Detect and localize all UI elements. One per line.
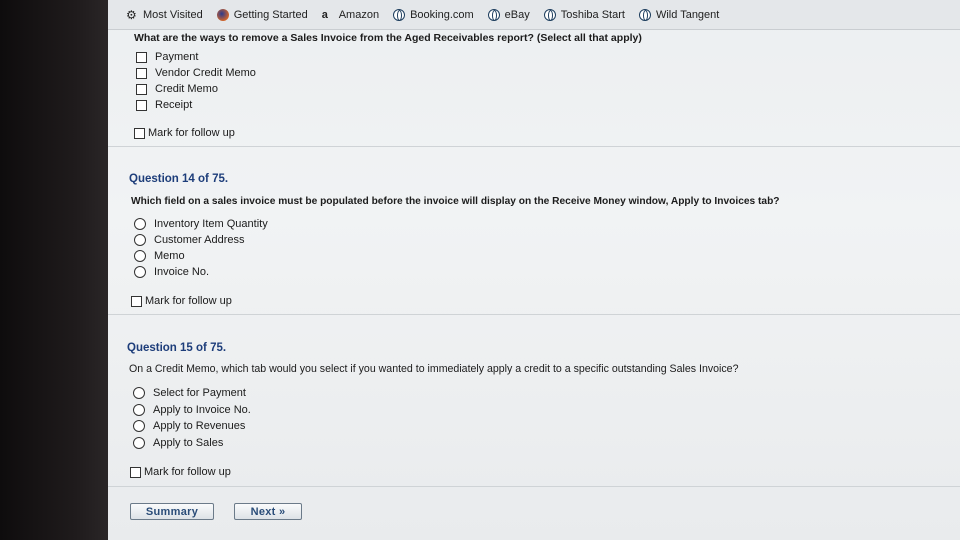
bookmark-booking[interactable]: Booking.com bbox=[393, 8, 474, 21]
bookmark-label: Getting Started bbox=[233, 8, 308, 21]
checkbox[interactable] bbox=[136, 51, 147, 63]
bookmarks-toolbar: ⚙ Most Visited Getting Started a Amazon … bbox=[108, 0, 960, 30]
bookmark-label: Amazon bbox=[338, 8, 380, 21]
question-14-text: Which field on a sales invoice must be p… bbox=[131, 196, 780, 207]
checkbox[interactable] bbox=[136, 67, 147, 79]
option-label: Vendor Credit Memo bbox=[155, 67, 256, 79]
option-label: Credit Memo bbox=[155, 83, 218, 95]
radio-button[interactable] bbox=[133, 420, 145, 432]
radio-button[interactable] bbox=[134, 218, 146, 230]
q14-option-customer-address[interactable]: Customer Address bbox=[134, 234, 244, 246]
checkbox[interactable] bbox=[130, 466, 141, 478]
q13-option-vendor-credit-memo[interactable]: Vendor Credit Memo bbox=[136, 67, 256, 79]
option-label: Customer Address bbox=[154, 234, 245, 246]
q13-mark-follow-up[interactable]: Mark for follow up bbox=[134, 127, 235, 139]
q14-option-invoice-no[interactable]: Invoice No. bbox=[134, 266, 209, 278]
bookmark-toshiba-start[interactable]: Toshiba Start bbox=[543, 8, 625, 21]
q13-option-receipt[interactable]: Receipt bbox=[136, 99, 192, 111]
q15-option-apply-to-sales[interactable]: Apply to Sales bbox=[133, 437, 223, 449]
radio-button[interactable] bbox=[133, 437, 145, 449]
globe-icon bbox=[638, 8, 651, 21]
bookmark-label: Wild Tangent bbox=[655, 8, 720, 21]
bookmark-label: Booking.com bbox=[410, 8, 474, 21]
option-label: Memo bbox=[154, 250, 185, 262]
bookmark-wild-tangent[interactable]: Wild Tangent bbox=[638, 8, 720, 21]
option-label: Apply to Revenues bbox=[153, 420, 246, 432]
globe-icon bbox=[543, 8, 556, 21]
gear-icon: ⚙ bbox=[126, 7, 137, 22]
option-label: Invoice No. bbox=[154, 266, 210, 278]
firefox-icon bbox=[216, 8, 229, 21]
option-label: Receipt bbox=[155, 99, 193, 111]
summary-button[interactable]: Summary bbox=[130, 503, 214, 520]
divider bbox=[108, 486, 960, 487]
follow-up-label: Mark for follow up bbox=[148, 127, 235, 139]
bookmark-label: eBay bbox=[504, 8, 530, 21]
bookmark-most-visited[interactable]: ⚙ Most Visited bbox=[126, 9, 203, 21]
next-button[interactable]: Next » bbox=[234, 503, 302, 520]
q14-mark-follow-up[interactable]: Mark for follow up bbox=[131, 295, 232, 307]
option-label: Select for Payment bbox=[153, 387, 246, 399]
bookmark-getting-started[interactable]: Getting Started bbox=[216, 8, 308, 21]
bookmark-amazon[interactable]: a Amazon bbox=[322, 9, 379, 21]
q14-option-inventory-item-quantity[interactable]: Inventory Item Quantity bbox=[134, 218, 268, 230]
radio-button[interactable] bbox=[134, 266, 146, 278]
globe-icon bbox=[393, 8, 406, 21]
q14-option-memo[interactable]: Memo bbox=[134, 250, 185, 262]
radio-button[interactable] bbox=[133, 404, 145, 416]
question-14-title: Question 14 of 75. bbox=[129, 173, 229, 185]
radio-button[interactable] bbox=[134, 234, 146, 246]
browser-content: ⚙ Most Visited Getting Started a Amazon … bbox=[108, 0, 960, 540]
checkbox[interactable] bbox=[136, 83, 147, 95]
follow-up-label: Mark for follow up bbox=[145, 295, 232, 307]
checkbox[interactable] bbox=[134, 127, 145, 139]
question-15-title: Question 15 of 75. bbox=[127, 342, 227, 354]
follow-up-label: Mark for follow up bbox=[144, 466, 231, 478]
bookmark-label: Toshiba Start bbox=[560, 8, 625, 21]
bookmark-ebay[interactable]: eBay bbox=[487, 8, 530, 21]
bookmark-label: Most Visited bbox=[143, 8, 203, 21]
option-label: Inventory Item Quantity bbox=[154, 218, 268, 230]
radio-button[interactable] bbox=[134, 250, 146, 262]
question-13-text: What are the ways to remove a Sales Invo… bbox=[134, 32, 642, 44]
divider bbox=[108, 146, 960, 147]
question-15-text: On a Credit Memo, which tab would you se… bbox=[129, 363, 739, 375]
option-label: Apply to Sales bbox=[153, 437, 224, 449]
q13-option-payment[interactable]: Payment bbox=[136, 51, 198, 63]
globe-icon bbox=[487, 8, 500, 21]
checkbox[interactable] bbox=[131, 295, 142, 307]
q13-option-credit-memo[interactable]: Credit Memo bbox=[136, 83, 218, 95]
q15-mark-follow-up[interactable]: Mark for follow up bbox=[130, 466, 231, 478]
divider bbox=[108, 314, 960, 315]
amazon-icon: a bbox=[321, 8, 328, 21]
q15-option-select-for-payment[interactable]: Select for Payment bbox=[133, 387, 246, 399]
option-label: Payment bbox=[155, 51, 199, 63]
option-label: Apply to Invoice No. bbox=[153, 404, 251, 416]
radio-button[interactable] bbox=[133, 387, 145, 399]
monitor-bezel bbox=[0, 0, 108, 540]
q15-option-apply-to-invoice-no[interactable]: Apply to Invoice No. bbox=[133, 404, 251, 416]
q15-option-apply-to-revenues[interactable]: Apply to Revenues bbox=[133, 420, 245, 432]
checkbox[interactable] bbox=[136, 99, 147, 111]
